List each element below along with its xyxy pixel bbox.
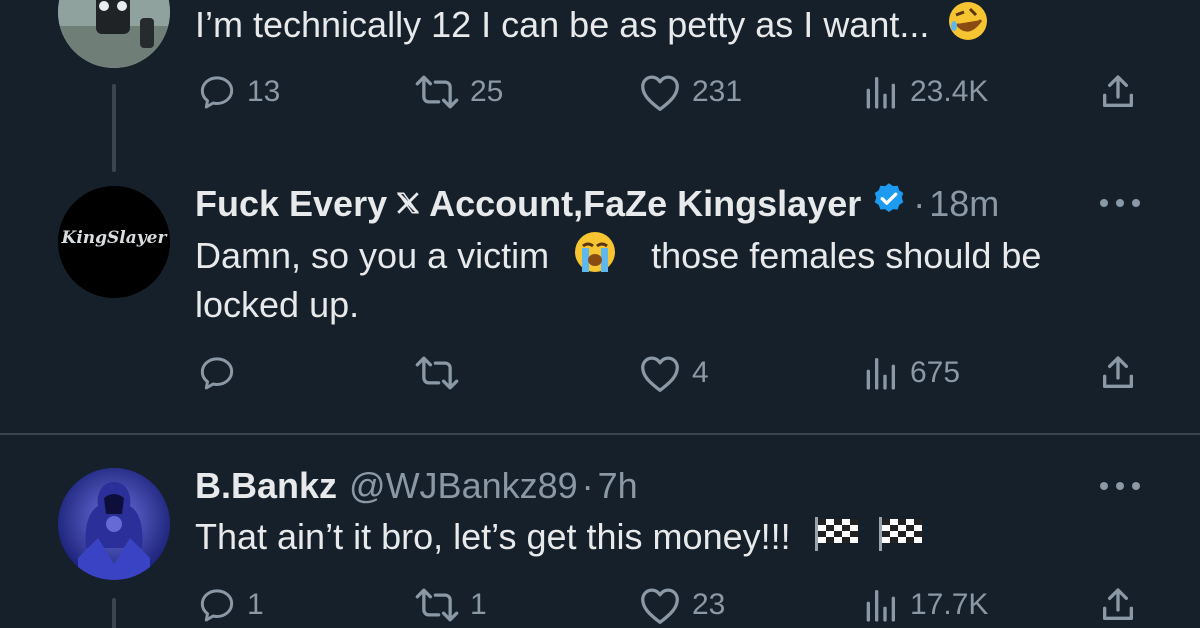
repost-icon [415,588,459,622]
more-dot-icon [1132,482,1140,490]
like-button[interactable]: 231 [638,72,742,112]
user-handle[interactable]: @WJBankz89 [349,464,578,508]
views-count: 23.4K [910,75,989,108]
repost-count: 25 [470,75,504,108]
thread-line [112,84,116,172]
thread-line [112,598,116,628]
like-count: 4 [692,356,709,389]
tweet-text: I’m technically 12 I can be as petty as … [195,0,989,55]
more-options-button[interactable] [1100,197,1140,209]
views-icon [866,590,895,622]
repost-count: 1 [470,588,487,621]
reply-button[interactable] [197,353,247,393]
more-dot-icon [1116,482,1124,490]
x-logo-icon [395,182,421,226]
timestamp[interactable]: 7h [598,464,638,508]
separator-dot: · [913,183,926,224]
display-name-continued[interactable]: Account,FaZe Kingslayer [429,182,861,226]
like-button[interactable]: 23 [638,585,725,625]
repost-button[interactable] [414,353,470,393]
more-dot-icon [1116,199,1124,207]
avatar-art-icon [58,0,170,68]
tweet-text-line: locked up. [195,284,360,325]
repost-button[interactable]: 25 [414,72,503,112]
share-icon [1103,75,1133,108]
share-button[interactable] [1098,353,1138,393]
heart-icon [641,588,679,624]
like-button[interactable]: 4 [638,353,709,393]
avatar[interactable]: KingSlayer [58,186,170,298]
more-dot-icon [1132,199,1140,207]
heart-icon [641,356,679,392]
more-dot-icon [1100,199,1108,207]
reply-button[interactable]: 13 [197,72,280,112]
share-button[interactable] [1098,72,1138,112]
tweet-text: Damn, so you a victim those females shou… [195,230,1041,287]
timestamp[interactable]: 18m [929,182,999,226]
views-icon [866,358,895,390]
share-icon [1103,588,1133,620]
more-dot-icon [1100,482,1108,490]
views-button[interactable]: 17.7K [860,585,988,625]
tweet-header: B.Bankz @WJBankz89 · 7h [195,464,638,508]
repost-icon [415,75,459,109]
separator-dot: · [581,465,594,506]
like-count: 231 [692,75,743,108]
display-name[interactable]: Fuck Every [195,182,387,226]
reply-icon [200,76,234,109]
avatar[interactable] [58,0,170,68]
more-options-button[interactable] [1100,480,1140,492]
views-button[interactable]: 675 [860,353,960,393]
views-count: 675 [910,356,961,389]
views-button[interactable]: 23.4K [860,72,988,112]
reply-icon [200,357,234,390]
repost-button[interactable]: 1 [414,585,487,625]
loudly-crying-emoji-icon [573,230,617,287]
chequered-flag-emoji-icon [875,513,925,566]
reply-count: 1 [247,588,264,621]
rolling-laughing-emoji-icon [947,0,989,55]
share-icon [1103,356,1133,388]
display-name[interactable]: B.Bankz [195,464,337,508]
reply-thread: I’m technically 12 I can be as petty as … [0,0,1200,628]
reply-count: 13 [247,75,281,108]
views-icon [866,77,895,109]
heart-icon [641,75,679,111]
tweet-divider [0,433,1200,435]
avatar-art-icon [58,468,170,580]
tweet-header: Fuck Every Account,FaZe Kingslayer · 18m [195,181,999,227]
share-button[interactable] [1098,585,1138,625]
repost-icon [415,356,459,390]
reply-icon [200,589,234,622]
like-count: 23 [692,588,726,621]
views-count: 17.7K [910,588,989,621]
verified-badge-icon [871,181,907,227]
chequered-flag-emoji-icon [811,513,861,566]
tweet-text: That ain’t it bro, let’s get this money!… [195,512,925,566]
avatar[interactable] [58,468,170,580]
reply-button[interactable]: 1 [197,585,264,625]
avatar-logo-text: KingSlayer [61,228,167,248]
